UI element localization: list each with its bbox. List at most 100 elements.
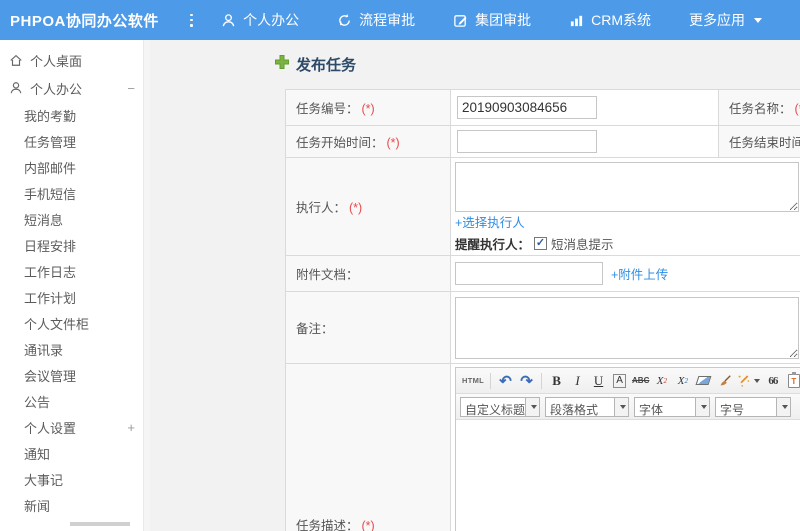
clipboard-icon: T: [787, 371, 800, 388]
rich-text-editor: HTML ↶ ↷ B I U A ABC X2 X2 66 T 自定义标题 段落…: [455, 367, 800, 531]
sidebar-item-meeting[interactable]: 会议管理: [0, 362, 149, 388]
nav-process-approval[interactable]: 流程审批: [337, 10, 415, 30]
quick-format-button[interactable]: [736, 370, 761, 391]
brush-icon: [720, 374, 731, 385]
redo-button[interactable]: ↷: [517, 370, 536, 391]
sidebar-item-notice[interactable]: 通知: [0, 440, 149, 466]
bar-chart-icon: [569, 13, 584, 28]
nav-more-apps[interactable]: 更多应用: [689, 10, 762, 30]
italic-button[interactable]: I: [568, 370, 587, 391]
editor-toolbar-row1: HTML ↶ ↷ B I U A ABC X2 X2 66 T: [456, 368, 800, 394]
attachment-upload-link[interactable]: +附件上传: [611, 264, 668, 283]
task-no-input[interactable]: [457, 96, 597, 119]
main-content: 发布任务 任务编号：(*) 任务名称：(*) 任务开始时间：(*): [150, 40, 800, 531]
sidebar-item-announcement[interactable]: 公告: [0, 388, 149, 414]
chevron-down-icon: [754, 378, 761, 383]
font-family-select[interactable]: 字体: [634, 396, 710, 417]
executor-textarea[interactable]: [455, 162, 799, 212]
nav-label: 流程审批: [359, 12, 416, 28]
page-header: 发布任务: [274, 54, 800, 75]
sidebar-item-work-plan[interactable]: 工作计划: [0, 284, 149, 310]
sidebar-item-personal-office[interactable]: 个人办公 −: [0, 74, 149, 102]
required-mark: (*): [349, 201, 363, 215]
start-time-label-cell: 任务开始时间： (*): [285, 125, 451, 158]
sms-remind-checkbox[interactable]: ✓: [534, 237, 548, 250]
home-icon: [8, 53, 24, 67]
sidebar-item-work-log[interactable]: 工作日志: [0, 258, 149, 284]
description-field-cell: HTML ↶ ↷ B I U A ABC X2 X2 66 T 自定义标题 段落…: [450, 363, 800, 531]
page-title: 发布任务: [296, 57, 357, 74]
sidebar-item-clipped: [70, 522, 130, 531]
nav-label: 个人办公: [243, 12, 300, 28]
sidebar-item-internal-mail[interactable]: 内部邮件: [0, 154, 149, 180]
subscript-button[interactable]: X2: [673, 370, 692, 391]
executor-field-cell: +选择执行人 提醒执行人： ✓ 短消息提示: [450, 157, 800, 256]
main-nav: 个人办公 流程审批 集团审批 CRM系统 更多应用: [221, 10, 800, 30]
sidebar-item-attendance[interactable]: 我的考勤: [0, 102, 149, 128]
font-style-button[interactable]: A: [613, 373, 626, 388]
nav-label: CRM系统: [591, 12, 651, 28]
sms-remind-option-label: 短消息提示: [551, 238, 614, 252]
sidebar-item-task-management[interactable]: 任务管理: [0, 128, 149, 154]
chevron-down-icon: [754, 17, 762, 23]
end-time-label-cell: 任务结束时间：(*): [718, 125, 800, 158]
brand-logo[interactable]: PHPOA协同办公软件: [0, 10, 158, 31]
sidebar-item-personal-settings[interactable]: 个人设置 +: [0, 414, 149, 440]
nav-group-approval[interactable]: 集团审批: [453, 10, 531, 30]
sidebar-item-contacts[interactable]: 通讯录: [0, 336, 149, 362]
blockquote-button[interactable]: 66: [763, 370, 782, 391]
chevron-down-icon: [531, 404, 537, 409]
superscript-button[interactable]: X2: [652, 370, 671, 391]
sidebar-item-desktop[interactable]: 个人桌面: [0, 46, 149, 74]
custom-heading-select[interactable]: 自定义标题: [460, 396, 540, 417]
editor-content-area[interactable]: [456, 420, 800, 531]
executor-label-cell: 执行人： (*): [285, 157, 451, 256]
task-name-label-cell: 任务名称：(*): [718, 89, 800, 126]
person-icon: [221, 13, 236, 28]
expand-icon[interactable]: +: [127, 420, 135, 435]
remove-format-button[interactable]: [694, 370, 713, 391]
sidebar-item-schedule[interactable]: 日程安排: [0, 232, 149, 258]
add-plus-icon: [274, 54, 290, 75]
nav-label: 集团审批: [475, 12, 532, 28]
nav-crm-system[interactable]: CRM系统: [569, 10, 651, 30]
sidebar-item-sms[interactable]: 手机短信: [0, 180, 149, 206]
remark-label-cell: 备注：: [285, 291, 451, 364]
choose-executor-link[interactable]: +选择执行人: [455, 216, 525, 230]
chevron-down-icon: [782, 404, 788, 409]
required-mark: (*): [361, 102, 375, 116]
nav-personal-office[interactable]: 个人办公: [221, 10, 299, 30]
font-size-select[interactable]: 字号: [715, 396, 791, 417]
attachment-label-cell: 附件文档：: [285, 255, 451, 292]
remark-textarea[interactable]: [455, 296, 799, 359]
sidebar-item-events[interactable]: 大事记: [0, 466, 149, 492]
edit-icon: [453, 13, 468, 28]
sidebar-item-file-cabinet[interactable]: 个人文件柜: [0, 310, 149, 336]
required-mark: (*): [386, 136, 400, 150]
nav-label: 更多应用: [689, 12, 745, 28]
publish-task-form: 任务编号：(*) 任务名称：(*) 任务开始时间：(*) 任务结束时间: [285, 89, 800, 531]
underline-button[interactable]: U: [589, 370, 608, 391]
sidebar-item-label: 个人桌面: [30, 53, 83, 69]
undo-button[interactable]: ↶: [496, 370, 515, 391]
remind-executor-label: 提醒执行人：: [455, 238, 531, 252]
paste-from-word-button[interactable]: T: [784, 370, 800, 391]
start-time-input[interactable]: [457, 130, 597, 153]
html-source-button[interactable]: HTML: [461, 370, 485, 391]
format-brush-button[interactable]: [715, 370, 734, 391]
sidebar-scrollbar[interactable]: [143, 40, 150, 531]
top-navbar: PHPOA协同办公软件 个人办公 流程审批 集团审批 CRM系统 更多应用: [0, 0, 800, 40]
person-icon: [8, 81, 24, 95]
attachment-field-cell: +附件上传: [450, 255, 800, 292]
collapse-icon[interactable]: −: [127, 81, 135, 96]
sidebar-item-label: 个人办公: [30, 81, 83, 97]
sidebar-item-news[interactable]: 新闻: [0, 492, 149, 518]
paragraph-format-select[interactable]: 段落格式: [545, 396, 629, 417]
sidebar-item-short-message[interactable]: 短消息: [0, 206, 149, 232]
remark-field-cell: [450, 291, 800, 364]
bold-button[interactable]: B: [547, 370, 566, 391]
menu-toggle-icon[interactable]: [190, 13, 194, 27]
attachment-input[interactable]: [455, 262, 603, 285]
description-label-cell: 任务描述： (*): [285, 363, 451, 531]
strikethrough-button[interactable]: ABC: [631, 370, 650, 391]
